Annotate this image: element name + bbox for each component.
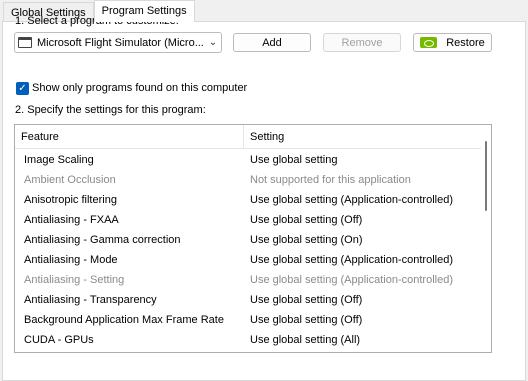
- setting-row[interactable]: Ambient Occlusion Not supported for this…: [15, 170, 481, 190]
- feature-name: Antialiasing - Setting: [24, 274, 125, 286]
- feature-name: Antialiasing - Gamma correction: [24, 234, 181, 246]
- feature-setting: Use global setting (All): [250, 334, 361, 346]
- window-icon: [18, 37, 32, 48]
- setting-row[interactable]: Image Scaling Use global setting: [15, 150, 481, 170]
- tab-program-settings[interactable]: Program Settings: [93, 0, 195, 22]
- setting-row[interactable]: Antialiasing - FXAA Use global setting (…: [15, 210, 481, 230]
- show-only-found-label[interactable]: Show only programs found on this compute…: [32, 82, 247, 94]
- feature-name: Antialiasing - Transparency: [24, 294, 157, 306]
- feature-setting: Use global setting (Application-controll…: [250, 254, 453, 266]
- feature-name: CUDA - GPUs: [24, 334, 94, 346]
- feature-setting: Not supported for this application: [250, 174, 411, 186]
- settings-list-scrollbar[interactable]: [481, 125, 491, 352]
- program-select[interactable]: Microsoft Flight Simulator (Micro... ⌄: [14, 32, 222, 53]
- settings-list-header: Feature Setting: [15, 125, 481, 149]
- feature-setting: Use global setting (Off): [250, 314, 363, 326]
- feature-name: Image Scaling: [24, 154, 94, 166]
- setting-row[interactable]: Antialiasing - Gamma correction Use glob…: [15, 230, 481, 250]
- show-only-found-checkbox[interactable]: ✓: [16, 82, 29, 95]
- feature-setting: Use global setting (On): [250, 234, 363, 246]
- nvidia-logo-icon: [420, 37, 438, 48]
- setting-row[interactable]: Background Application Max Frame Rate Us…: [15, 310, 481, 330]
- program-select-value: Microsoft Flight Simulator (Micro...: [37, 36, 204, 49]
- feature-name: Background Application Max Frame Rate: [24, 314, 224, 326]
- setting-row[interactable]: Anisotropic filtering Use global setting…: [15, 190, 481, 210]
- feature-setting: Use global setting (Application-controll…: [250, 194, 453, 206]
- checkmark-icon: ✓: [18, 83, 27, 94]
- feature-name: Antialiasing - FXAA: [24, 214, 119, 226]
- feature-setting: Use global setting (Application-controll…: [250, 274, 453, 286]
- restore-button-label: Restore: [446, 36, 485, 49]
- restore-button[interactable]: Restore: [413, 33, 492, 52]
- remove-button[interactable]: Remove: [323, 33, 401, 52]
- chevron-down-icon: ⌄: [208, 37, 218, 48]
- setting-row[interactable]: Antialiasing - Mode Use global setting (…: [15, 250, 481, 270]
- feature-setting: Use global setting: [250, 154, 338, 166]
- scrollbar-thumb[interactable]: [485, 141, 487, 211]
- feature-name: Ambient Occlusion: [24, 174, 116, 186]
- setting-row[interactable]: Antialiasing - Setting Use global settin…: [15, 270, 481, 290]
- add-button[interactable]: Add: [233, 33, 311, 52]
- feature-name: Antialiasing - Mode: [24, 254, 118, 266]
- feature-setting: Use global setting (Off): [250, 214, 363, 226]
- setting-row[interactable]: Antialiasing - Transparency Use global s…: [15, 290, 481, 310]
- column-header-feature[interactable]: Feature: [15, 125, 244, 149]
- step2-label: 2. Specify the settings for this program…: [15, 104, 206, 116]
- settings-list[interactable]: Feature Setting Image Scaling Use global…: [14, 124, 492, 353]
- feature-name: Anisotropic filtering: [24, 194, 117, 206]
- feature-setting: Use global setting (Off): [250, 294, 363, 306]
- column-header-setting[interactable]: Setting: [244, 125, 481, 149]
- setting-row[interactable]: CUDA - GPUs Use global setting (All): [15, 330, 481, 350]
